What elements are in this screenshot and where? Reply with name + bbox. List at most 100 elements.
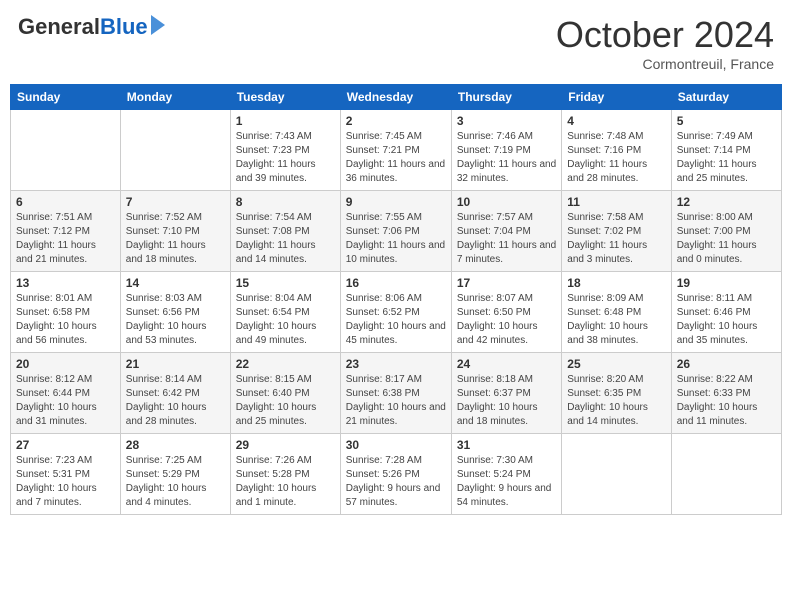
calendar-cell bbox=[120, 110, 230, 191]
calendar-table: SundayMondayTuesdayWednesdayThursdayFrid… bbox=[10, 84, 782, 515]
day-number: 13 bbox=[16, 276, 115, 290]
day-info: Sunrise: 8:15 AMSunset: 6:40 PMDaylight:… bbox=[236, 373, 335, 429]
day-info: Sunrise: 7:54 AMSunset: 7:08 PMDaylight:… bbox=[236, 211, 335, 267]
day-number: 24 bbox=[457, 357, 556, 371]
calendar-header: SundayMondayTuesdayWednesdayThursdayFrid… bbox=[11, 85, 782, 110]
calendar-cell: 14Sunrise: 8:03 AMSunset: 6:56 PMDayligh… bbox=[120, 272, 230, 353]
day-number: 18 bbox=[567, 276, 665, 290]
calendar-cell: 10 Sunrise: 7:57 AMSunset: 7:04 PMDayligh… bbox=[451, 191, 561, 272]
calendar-cell: 11 Sunrise: 7:58 AMSunset: 7:02 PMDayligh… bbox=[562, 191, 671, 272]
day-info: Sunrise: 7:52 AMSunset: 7:10 PMDaylight:… bbox=[126, 211, 225, 267]
calendar-cell: 17Sunrise: 8:07 AMSunset: 6:50 PMDayligh… bbox=[451, 272, 561, 353]
day-number: 10 bbox=[457, 195, 556, 209]
calendar-cell: 9 Sunrise: 7:55 AMSunset: 7:06 PMDaylight… bbox=[340, 191, 451, 272]
day-number: 22 bbox=[236, 357, 335, 371]
calendar-cell: 27Sunrise: 7:23 AMSunset: 5:31 PMDayligh… bbox=[11, 434, 121, 515]
location: Cormontreuil, France bbox=[556, 56, 774, 72]
calendar-cell: 20 Sunrise: 8:12 AMSunset: 6:44 PMDayligh… bbox=[11, 353, 121, 434]
calendar-cell: 31 Sunrise: 7:30 AMSunset: 5:24 PMDayligh… bbox=[451, 434, 561, 515]
calendar-week-3: 13 Sunrise: 8:01 AMSunset: 6:58 PMDayligh… bbox=[11, 272, 782, 353]
calendar-cell bbox=[11, 110, 121, 191]
day-number: 31 bbox=[457, 438, 556, 452]
day-number: 27 bbox=[16, 438, 115, 452]
day-number: 12 bbox=[677, 195, 776, 209]
day-info: Sunrise: 8:03 AMSunset: 6:56 PMDaylight:… bbox=[126, 292, 225, 348]
calendar-cell: 7 Sunrise: 7:52 AMSunset: 7:10 PMDaylight… bbox=[120, 191, 230, 272]
day-number: 5 bbox=[677, 114, 776, 128]
day-number: 7 bbox=[126, 195, 225, 209]
calendar-week-1: 1Sunrise: 7:43 AMSunset: 7:23 PMDaylight… bbox=[11, 110, 782, 191]
day-info: Sunrise: 8:22 AMSunset: 6:33 PMDaylight:… bbox=[677, 373, 776, 429]
day-number: 6 bbox=[16, 195, 115, 209]
calendar-cell: 3Sunrise: 7:46 AMSunset: 7:19 PMDaylight… bbox=[451, 110, 561, 191]
day-info: Sunrise: 7:46 AMSunset: 7:19 PMDaylight:… bbox=[457, 130, 556, 186]
day-number: 11 bbox=[567, 195, 665, 209]
day-info: Sunrise: 8:17 AMSunset: 6:38 PMDaylight:… bbox=[346, 373, 446, 429]
day-number: 1 bbox=[236, 114, 335, 128]
day-number: 21 bbox=[126, 357, 225, 371]
day-info: Sunrise: 8:18 AMSunset: 6:37 PMDaylight:… bbox=[457, 373, 556, 429]
day-info: Sunrise: 7:30 AMSunset: 5:24 PMDaylight:… bbox=[457, 454, 556, 510]
month-title: October 2024 bbox=[556, 14, 774, 56]
logo-blue: Blue bbox=[100, 14, 148, 40]
day-number: 26 bbox=[677, 357, 776, 371]
calendar-cell bbox=[562, 434, 671, 515]
calendar-cell: 16Sunrise: 8:06 AMSunset: 6:52 PMDayligh… bbox=[340, 272, 451, 353]
day-info: Sunrise: 7:48 AMSunset: 7:16 PMDaylight:… bbox=[567, 130, 665, 186]
logo: General Blue bbox=[18, 14, 165, 40]
calendar-cell: 13 Sunrise: 8:01 AMSunset: 6:58 PMDayligh… bbox=[11, 272, 121, 353]
day-info: Sunrise: 8:04 AMSunset: 6:54 PMDaylight:… bbox=[236, 292, 335, 348]
day-number: 9 bbox=[346, 195, 446, 209]
logo-arrow-icon bbox=[151, 15, 165, 35]
calendar-cell: 5 Sunrise: 7:49 AMSunset: 7:14 PMDaylight… bbox=[671, 110, 781, 191]
day-number: 20 bbox=[16, 357, 115, 371]
day-number: 4 bbox=[567, 114, 665, 128]
page-header: General Blue October 2024 Cormontreuil, … bbox=[10, 10, 782, 76]
calendar-cell: 18Sunrise: 8:09 AMSunset: 6:48 PMDayligh… bbox=[562, 272, 671, 353]
calendar-cell: 22 Sunrise: 8:15 AMSunset: 6:40 PMDayligh… bbox=[230, 353, 340, 434]
day-number: 2 bbox=[346, 114, 446, 128]
day-info: Sunrise: 7:51 AMSunset: 7:12 PMDaylight:… bbox=[16, 211, 115, 267]
day-number: 17 bbox=[457, 276, 556, 290]
day-info: Sunrise: 8:12 AMSunset: 6:44 PMDaylight:… bbox=[16, 373, 115, 429]
day-number: 29 bbox=[236, 438, 335, 452]
calendar-cell: 6 Sunrise: 7:51 AMSunset: 7:12 PMDaylight… bbox=[11, 191, 121, 272]
calendar-body: 1Sunrise: 7:43 AMSunset: 7:23 PMDaylight… bbox=[11, 110, 782, 515]
day-number: 19 bbox=[677, 276, 776, 290]
day-info: Sunrise: 7:25 AMSunset: 5:29 PMDaylight:… bbox=[126, 454, 225, 510]
day-info: Sunrise: 7:49 AMSunset: 7:14 PMDaylight:… bbox=[677, 130, 776, 186]
weekday-header-sunday: Sunday bbox=[11, 85, 121, 110]
day-info: Sunrise: 7:57 AMSunset: 7:04 PMDaylight:… bbox=[457, 211, 556, 267]
calendar-cell bbox=[671, 434, 781, 515]
day-number: 15 bbox=[236, 276, 335, 290]
weekday-header-thursday: Thursday bbox=[451, 85, 561, 110]
day-info: Sunrise: 7:45 AMSunset: 7:21 PMDaylight:… bbox=[346, 130, 446, 186]
day-number: 16 bbox=[346, 276, 446, 290]
day-info: Sunrise: 8:01 AMSunset: 6:58 PMDaylight:… bbox=[16, 292, 115, 348]
day-info: Sunrise: 8:20 AMSunset: 6:35 PMDaylight:… bbox=[567, 373, 665, 429]
calendar-cell: 28Sunrise: 7:25 AMSunset: 5:29 PMDayligh… bbox=[120, 434, 230, 515]
calendar-cell: 25 Sunrise: 8:20 AMSunset: 6:35 PMDayligh… bbox=[562, 353, 671, 434]
calendar-cell: 29Sunrise: 7:26 AMSunset: 5:28 PMDayligh… bbox=[230, 434, 340, 515]
day-info: Sunrise: 8:14 AMSunset: 6:42 PMDaylight:… bbox=[126, 373, 225, 429]
title-area: October 2024 Cormontreuil, France bbox=[556, 14, 774, 72]
day-number: 25 bbox=[567, 357, 665, 371]
calendar-cell: 8 Sunrise: 7:54 AMSunset: 7:08 PMDaylight… bbox=[230, 191, 340, 272]
day-info: Sunrise: 8:00 AMSunset: 7:00 PMDaylight:… bbox=[677, 211, 776, 267]
calendar-cell: 26 Sunrise: 8:22 AMSunset: 6:33 PMDayligh… bbox=[671, 353, 781, 434]
day-info: Sunrise: 7:28 AMSunset: 5:26 PMDaylight:… bbox=[346, 454, 446, 510]
calendar-cell: 4 Sunrise: 7:48 AMSunset: 7:16 PMDaylight… bbox=[562, 110, 671, 191]
calendar-cell: 2 Sunrise: 7:45 AMSunset: 7:21 PMDaylight… bbox=[340, 110, 451, 191]
weekday-header-wednesday: Wednesday bbox=[340, 85, 451, 110]
weekday-header-friday: Friday bbox=[562, 85, 671, 110]
day-info: Sunrise: 7:58 AMSunset: 7:02 PMDaylight:… bbox=[567, 211, 665, 267]
weekday-header-monday: Monday bbox=[120, 85, 230, 110]
day-info: Sunrise: 8:11 AMSunset: 6:46 PMDaylight:… bbox=[677, 292, 776, 348]
weekday-header-row: SundayMondayTuesdayWednesdayThursdayFrid… bbox=[11, 85, 782, 110]
calendar-week-2: 6 Sunrise: 7:51 AMSunset: 7:12 PMDaylight… bbox=[11, 191, 782, 272]
day-info: Sunrise: 7:55 AMSunset: 7:06 PMDaylight:… bbox=[346, 211, 446, 267]
day-number: 8 bbox=[236, 195, 335, 209]
logo-general: General bbox=[18, 14, 100, 40]
weekday-header-saturday: Saturday bbox=[671, 85, 781, 110]
calendar-cell: 12 Sunrise: 8:00 AMSunset: 7:00 PMDayligh… bbox=[671, 191, 781, 272]
